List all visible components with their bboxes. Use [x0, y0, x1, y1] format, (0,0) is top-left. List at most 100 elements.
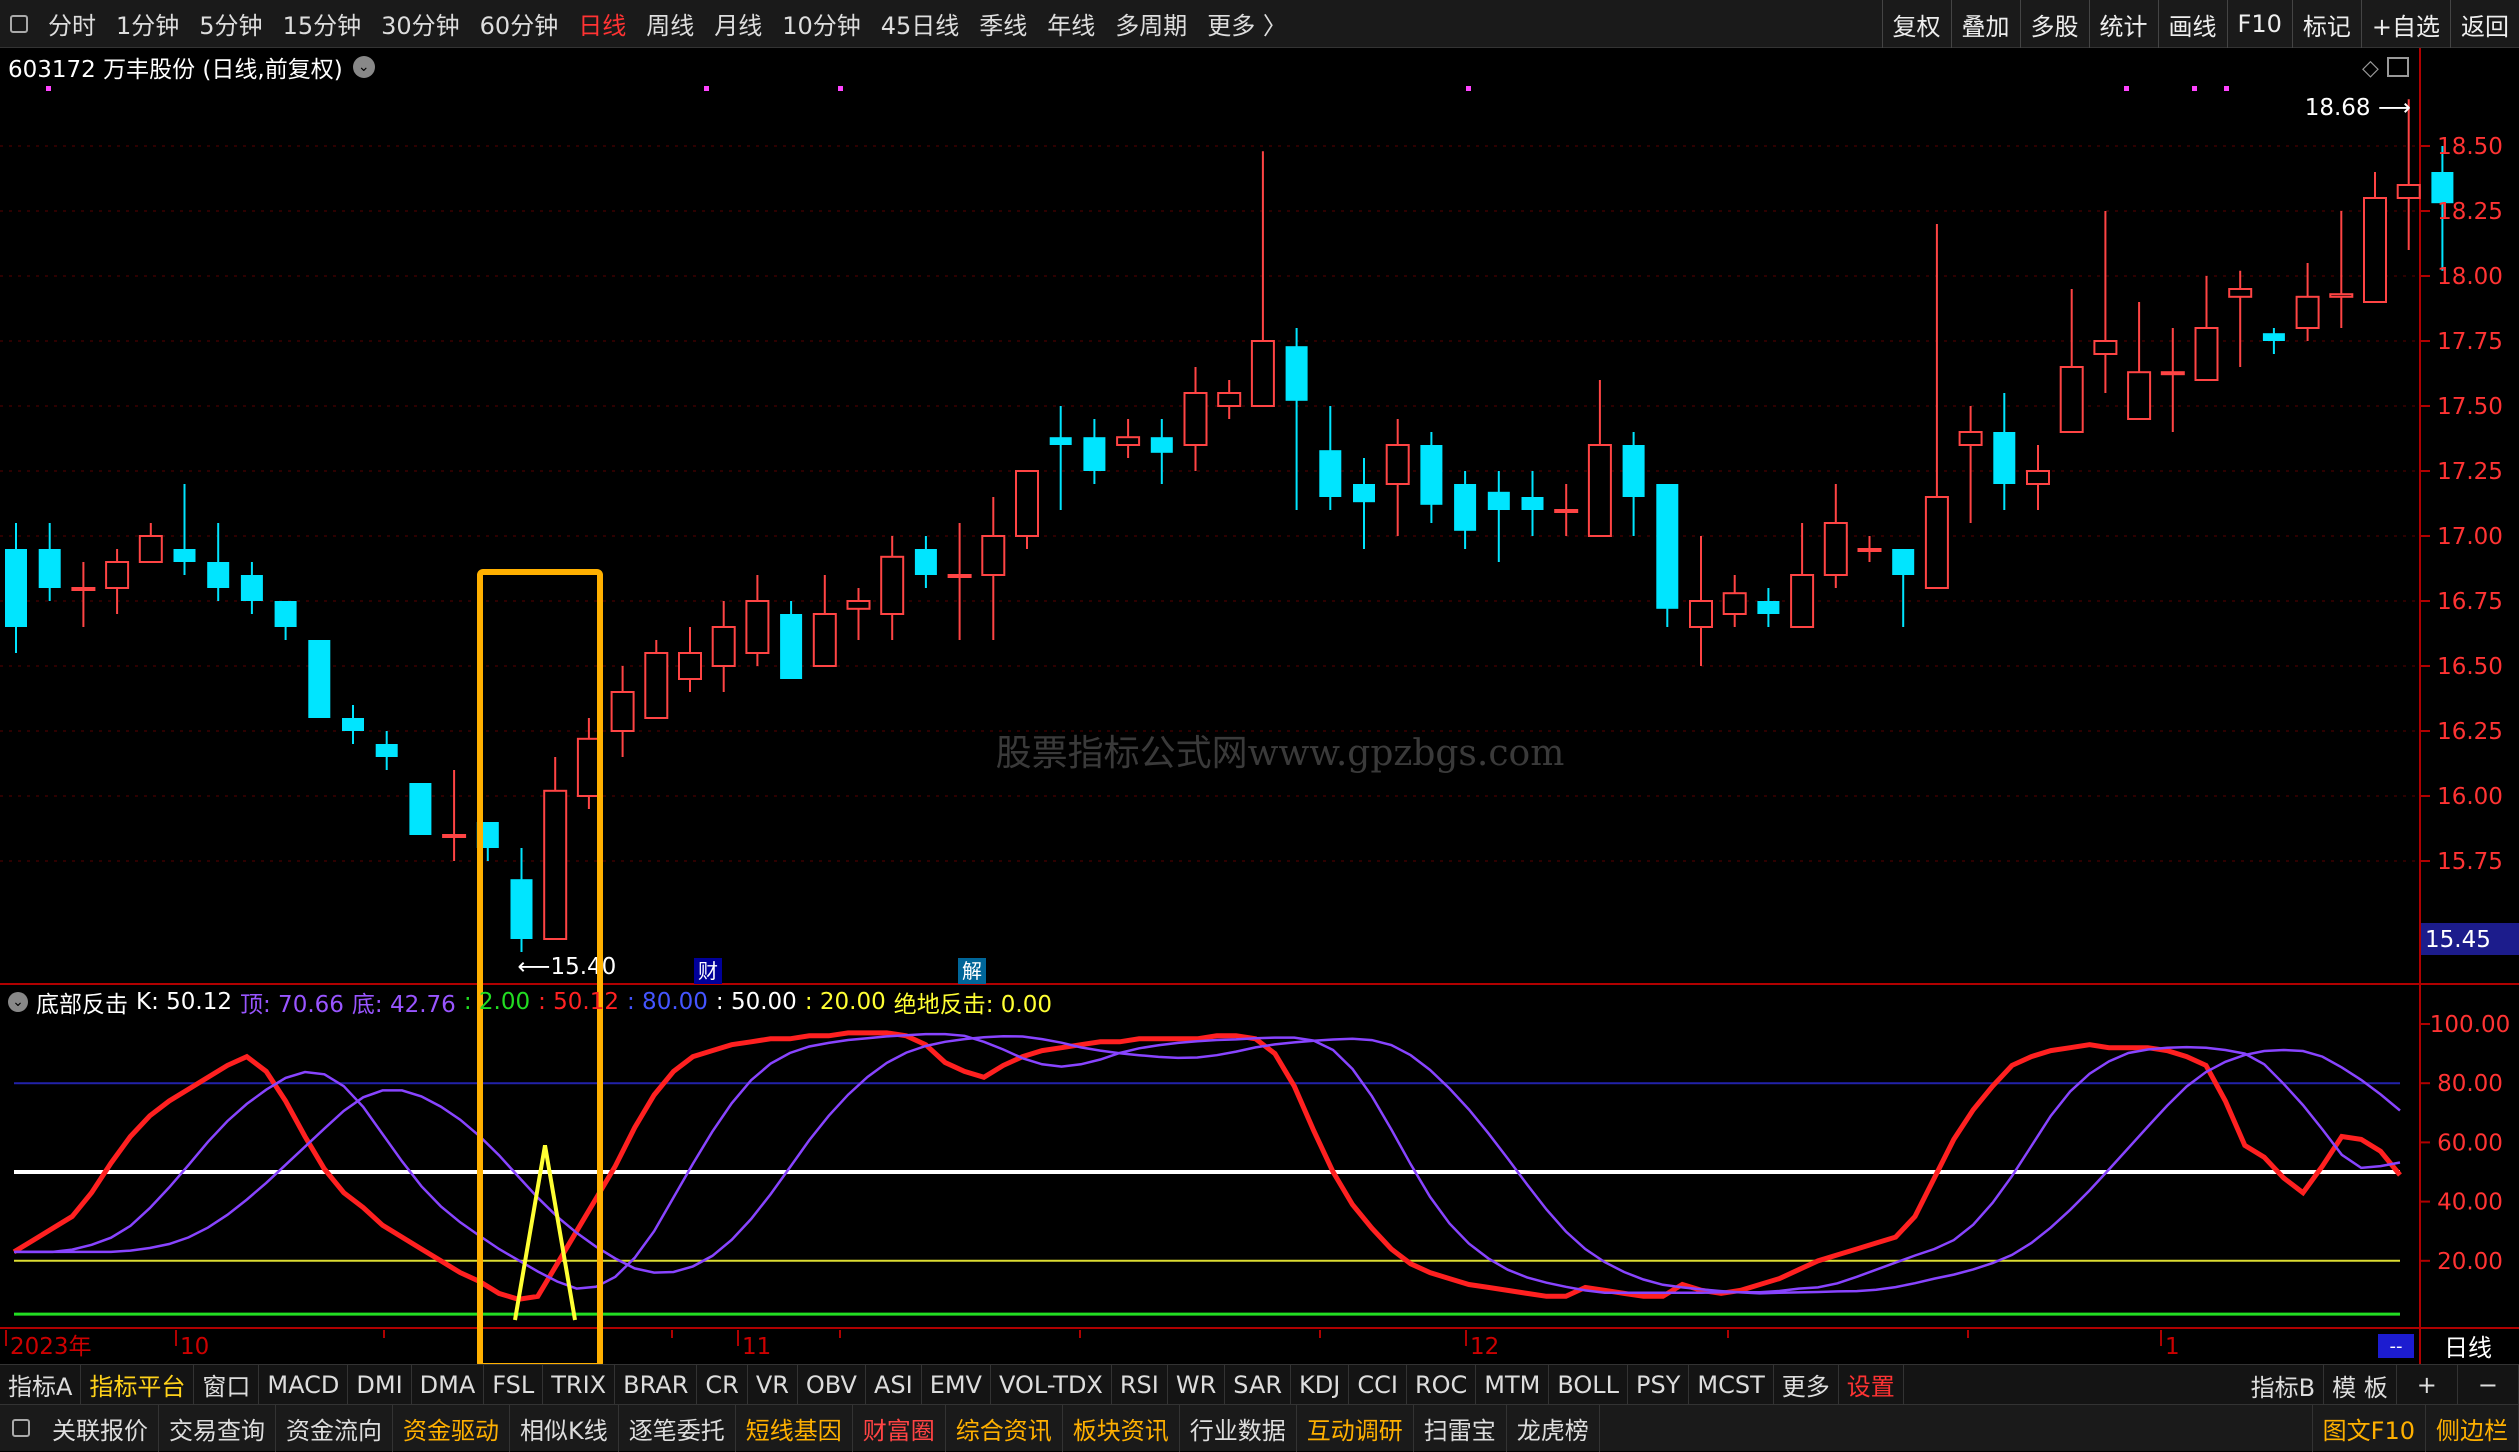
tab-trix[interactable]: TRIX — [543, 1364, 616, 1405]
btn-dragon-tiger[interactable]: 龙虎榜 — [1507, 1404, 1600, 1452]
period-item[interactable]: 5分钟 — [189, 6, 272, 41]
candle — [342, 705, 364, 744]
candle — [1554, 484, 1579, 536]
btn-wealth-circle[interactable]: 财富圈 — [853, 1404, 946, 1452]
period-item-active[interactable]: 日线 — [568, 6, 636, 41]
btn-sector-info[interactable]: 板块资讯 — [1063, 1404, 1180, 1452]
tab-vr[interactable]: VR — [748, 1364, 798, 1405]
tab-vol-tdx[interactable]: VOL-TDX — [991, 1364, 1112, 1405]
candle-body — [780, 614, 803, 679]
period-item[interactable]: 年线 — [1037, 6, 1105, 41]
tab-dma[interactable]: DMA — [412, 1364, 485, 1405]
period-item[interactable]: 1分钟 — [106, 6, 189, 41]
window-icon[interactable] — [10, 14, 28, 33]
tab-sar[interactable]: SAR — [1225, 1364, 1292, 1405]
tab-more[interactable]: 更多 — [1774, 1364, 1839, 1405]
candle — [2160, 328, 2185, 432]
btn-general-info[interactable]: 综合资讯 — [946, 1404, 1063, 1452]
candle — [1993, 393, 2016, 510]
tab-emv[interactable]: EMV — [922, 1364, 991, 1405]
btn-similar-k[interactable]: 相似K线 — [510, 1404, 619, 1452]
btn-related-quote[interactable]: 关联报价 — [42, 1404, 159, 1452]
top-line — [14, 1032, 2401, 1295]
candle — [576, 718, 601, 809]
tab-mtm[interactable]: MTM — [1476, 1364, 1550, 1405]
period-item[interactable]: 多周期 — [1105, 6, 1197, 41]
tool-draw-button[interactable]: 画线 — [2157, 0, 2227, 48]
indicator-name[interactable]: 底部反击 — [36, 985, 128, 1019]
candle — [1183, 367, 1208, 471]
jd-value: 绝地反击: 0.00 — [893, 992, 1052, 1018]
tab-boll[interactable]: BOLL — [1549, 1364, 1629, 1405]
candle — [1958, 406, 1983, 523]
tool-add-watchlist-button[interactable]: +自选 — [2360, 0, 2450, 48]
tool-back-button[interactable]: 返回 — [2450, 0, 2519, 48]
tab-cr[interactable]: CR — [697, 1364, 748, 1405]
period-item[interactable]: 45日线 — [871, 6, 970, 41]
tab-psy[interactable]: PSY — [1628, 1364, 1690, 1405]
period-item[interactable]: 月线 — [704, 6, 772, 41]
tab-kdj[interactable]: KDJ — [1291, 1364, 1350, 1405]
tab-wr[interactable]: WR — [1168, 1364, 1226, 1405]
tab-cci[interactable]: CCI — [1349, 1364, 1407, 1405]
tool-fuquan-button[interactable]: 复权 — [1881, 0, 1951, 48]
btn-industry-data[interactable]: 行业数据 — [1180, 1404, 1297, 1452]
candle-body — [510, 879, 533, 939]
tool-multistock-button[interactable]: 多股 — [2019, 0, 2089, 48]
tab-dmi[interactable]: DMI — [348, 1364, 412, 1405]
tab-settings[interactable]: 设置 — [1839, 1364, 1904, 1405]
tool-f10-button[interactable]: F10 — [2226, 0, 2292, 48]
tab-template[interactable]: 模 板 — [2324, 1365, 2397, 1405]
btn-interactive-research[interactable]: 互动调研 — [1297, 1404, 1414, 1452]
tab-roc[interactable]: ROC — [1407, 1364, 1477, 1405]
btn-short-gene[interactable]: 短线基因 — [736, 1404, 853, 1452]
chevron-down-icon[interactable]: ⌄ — [352, 56, 375, 78]
tab-indicator-b[interactable]: 指标B — [2243, 1365, 2325, 1405]
period-item[interactable]: 10分钟 — [772, 6, 871, 41]
tab-asi[interactable]: ASI — [866, 1364, 922, 1405]
candle — [1285, 328, 1308, 510]
window-icon[interactable] — [12, 1419, 30, 1437]
tab-indicator-a[interactable]: 指标A — [0, 1364, 82, 1405]
period-item[interactable]: 季线 — [969, 6, 1037, 41]
tool-overlay-button[interactable]: 叠加 — [1950, 0, 2020, 48]
btn-tick-orders[interactable]: 逐笔委托 — [619, 1404, 736, 1452]
tab-obv[interactable]: OBV — [798, 1364, 866, 1405]
stock-chart[interactable]: 股票指标公式网www.gpzbgs.com 18.50 18.25 18.00 17.… — [0, 48, 2519, 1366]
candle-body — [308, 640, 331, 718]
tab-rsi[interactable]: RSI — [1112, 1364, 1168, 1405]
btn-minesweeper[interactable]: 扫雷宝 — [1414, 1404, 1507, 1452]
chart-grid — [0, 48, 2519, 1364]
period-item[interactable]: 分时 — [38, 6, 106, 41]
tab-indicator-platform[interactable]: 指标平台 — [81, 1364, 195, 1405]
period-item[interactable]: 60分钟 — [470, 6, 569, 41]
period-item[interactable]: 周线 — [636, 6, 704, 41]
stock-title: 603172 万丰股份 (日线,前复权) — [8, 57, 343, 83]
remove-window-button[interactable]: − — [2458, 1365, 2519, 1405]
price-tick-label: 17.25 — [2437, 459, 2503, 485]
candle — [38, 523, 61, 601]
tab-brar[interactable]: BRAR — [615, 1364, 698, 1405]
tool-mark-button[interactable]: 标记 — [2291, 0, 2361, 48]
period-item[interactable]: 30分钟 — [371, 6, 470, 41]
tab-macd[interactable]: MACD — [259, 1364, 349, 1405]
btn-trade-query[interactable]: 交易查询 — [159, 1404, 276, 1452]
candle — [745, 575, 770, 666]
btn-fund-flow[interactable]: 资金流向 — [276, 1404, 393, 1452]
btn-f10-graphic[interactable]: 图文F10 — [2311, 1405, 2426, 1452]
tab-window[interactable]: 窗口 — [194, 1364, 260, 1405]
candle-body — [409, 783, 432, 835]
btn-fund-drive[interactable]: 资金驱动 — [393, 1404, 510, 1452]
more-periods[interactable]: 更多 〉 — [1197, 6, 1297, 41]
tab-fsl[interactable]: FSL — [484, 1364, 544, 1405]
btn-sidebar[interactable]: 侧边栏 — [2426, 1405, 2519, 1452]
add-window-button[interactable]: + — [2397, 1365, 2458, 1405]
date-axis: 2023年 10 11 12 1 -- 日线 — [5, 1330, 2492, 1362]
candle — [71, 562, 96, 627]
chevron-down-icon[interactable]: ⌄ — [8, 992, 28, 1012]
tab-mcst[interactable]: MCST — [1689, 1364, 1774, 1405]
candle — [1049, 406, 1072, 510]
tool-stats-button[interactable]: 统计 — [2088, 0, 2158, 48]
period-item[interactable]: 15分钟 — [273, 6, 372, 41]
candle-body — [173, 549, 196, 562]
